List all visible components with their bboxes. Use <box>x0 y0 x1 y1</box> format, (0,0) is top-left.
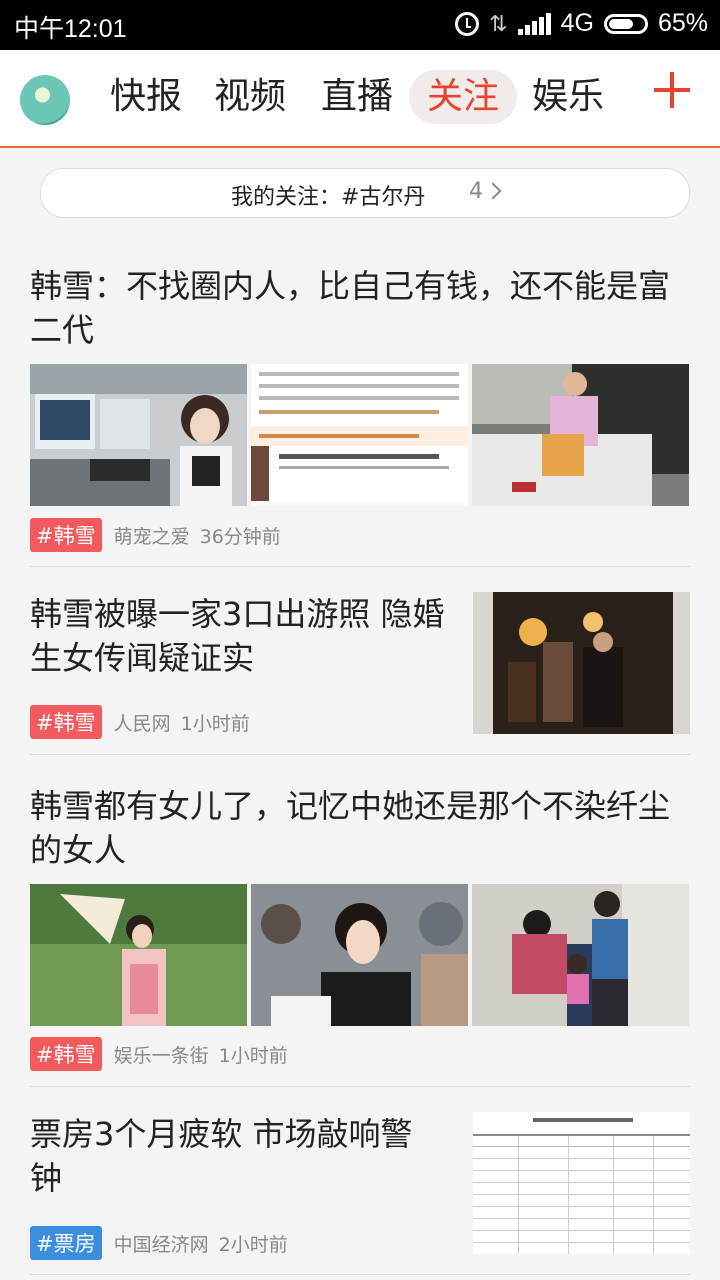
article-time: 1小时前 <box>180 712 250 735</box>
article-item[interactable]: 韩雪被曝一家3口出游照 隐婚生女传闻疑证实 <box>30 592 450 680</box>
tab-video[interactable]: 视频 <box>214 70 286 124</box>
article-time: 36分钟前 <box>199 525 281 548</box>
article-time: 1小时前 <box>218 1044 288 1067</box>
chevron-right-icon <box>484 182 502 200</box>
tab-live[interactable]: 直播 <box>321 70 393 124</box>
status-bar: 中午12:01 ⇅ 4G 65% <box>0 0 720 50</box>
divider <box>30 1086 690 1087</box>
tab-entertainment[interactable]: 娱乐 <box>532 70 604 124</box>
article-thumbnail[interactable] <box>251 884 468 1026</box>
status-icons: ⇅ 4G 65% <box>455 9 708 38</box>
article-item[interactable]: 票房3个月疲软 市场敲响警钟 <box>30 1112 430 1200</box>
article-source: 人民网 <box>113 712 171 735</box>
article-title[interactable]: 票房3个月疲软 市场敲响警钟 <box>30 1112 430 1200</box>
article-thumbnail[interactable] <box>251 364 468 506</box>
topic-tag[interactable]: #韩雪 <box>30 705 102 739</box>
network-type: 4G <box>560 9 594 37</box>
article-time: 2小时前 <box>218 1233 288 1256</box>
article-thumbnail[interactable] <box>472 884 689 1026</box>
topic-tag[interactable]: #韩雪 <box>30 518 102 552</box>
add-channel-icon[interactable] <box>650 68 694 112</box>
article-title[interactable]: 韩雪：不找圈内人，比自己有钱，还不能是富二代 <box>30 264 690 352</box>
article-thumbnail[interactable] <box>473 592 690 734</box>
top-nav: 快报 视频 直播 关注 娱乐 <box>0 50 720 148</box>
my-follow-label: 我的关注：#古尔丹 <box>231 185 426 210</box>
article-source: 萌宠之爱 <box>113 525 190 548</box>
article-meta: #韩雪 萌宠之爱 36分钟前 <box>30 518 281 552</box>
divider <box>30 1274 690 1275</box>
article-thumbnail[interactable] <box>30 364 247 506</box>
article-source: 中国经济网 <box>113 1233 209 1256</box>
article-thumbnail[interactable] <box>472 364 689 506</box>
avatar[interactable] <box>20 75 70 125</box>
divider <box>30 566 690 567</box>
article-thumbnail[interactable] <box>473 1112 690 1254</box>
article-meta: #票房 中国经济网 2小时前 <box>30 1226 288 1260</box>
article-thumbnail[interactable] <box>30 884 247 1026</box>
tab-kuaibao[interactable]: 快报 <box>110 70 182 124</box>
article-item[interactable]: 韩雪：不找圈内人，比自己有钱，还不能是富二代 <box>30 264 690 352</box>
signal-icon <box>517 12 551 35</box>
divider <box>30 754 690 755</box>
article-title[interactable]: 韩雪被曝一家3口出游照 隐婚生女传闻疑证实 <box>30 592 450 680</box>
status-time: 中午12:01 <box>14 15 127 43</box>
my-follow-bar[interactable]: 我的关注：#古尔丹 4 <box>40 168 690 218</box>
alarm-icon <box>455 11 480 36</box>
battery-percent: 65% <box>657 9 708 37</box>
my-follow-count: 4 <box>469 179 483 204</box>
article-item[interactable]: 韩雪都有女儿了，记忆中她还是那个不染纤尘的女人 <box>30 784 690 872</box>
data-arrows-icon: ⇅ <box>489 10 508 36</box>
article-title[interactable]: 韩雪都有女儿了，记忆中她还是那个不染纤尘的女人 <box>30 784 690 872</box>
article-source: 娱乐一条街 <box>113 1044 209 1067</box>
topic-tag[interactable]: #韩雪 <box>30 1037 102 1071</box>
article-meta: #韩雪 娱乐一条街 1小时前 <box>30 1037 288 1071</box>
topic-tag[interactable]: #票房 <box>30 1226 102 1260</box>
article-meta: #韩雪 人民网 1小时前 <box>30 705 250 739</box>
tab-follow[interactable]: 关注 <box>409 70 518 124</box>
battery-icon <box>603 13 648 34</box>
